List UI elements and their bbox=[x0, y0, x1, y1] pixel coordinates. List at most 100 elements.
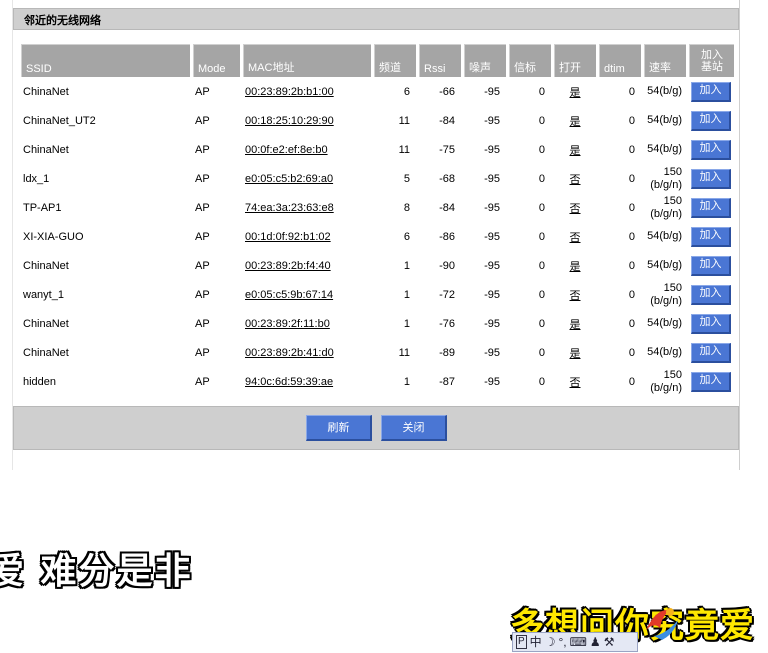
cell-dtim: 0 bbox=[628, 375, 635, 388]
cell-beacon: 0 bbox=[538, 346, 545, 359]
join-button[interactable]: 加入 bbox=[691, 342, 731, 363]
cell-dtim: 0 bbox=[628, 346, 635, 359]
mac-link[interactable]: e0:05:c5:9b:67:14 bbox=[245, 289, 333, 301]
cell-mac: e0:05:c5:9b:67:14 bbox=[243, 280, 371, 309]
table-row: ChinaNet AP 00:23:89:2f:11:b0 1 -76 -95 0 是 0 54(… bbox=[21, 309, 734, 338]
cell-beacon: 0 bbox=[538, 201, 545, 214]
cell-ssid: ChinaNet bbox=[23, 85, 69, 98]
col-mac: MAC地址 bbox=[243, 44, 371, 77]
panel-title: 邻近的无线网络 bbox=[24, 15, 101, 27]
ime-halfwidth-icon[interactable]: ☽ bbox=[545, 634, 556, 650]
join-button[interactable]: 加入 bbox=[691, 371, 731, 392]
table-row: ChinaNet AP 00:23:89:2b:41:d0 11 -89 -95 0 是 0 54… bbox=[21, 338, 734, 367]
mac-link[interactable]: 00:18:25:10:29:90 bbox=[245, 115, 334, 127]
join-button[interactable]: 加入 bbox=[691, 255, 731, 276]
cell-rssi: -72 bbox=[439, 288, 455, 301]
cell-channel: 1 bbox=[403, 288, 410, 301]
cell-mode: AP bbox=[195, 201, 210, 214]
cell-mac: 00:1d:0f:92:b1:02 bbox=[243, 222, 371, 251]
cell-beacon: 0 bbox=[538, 85, 545, 98]
cell-join: 加入 bbox=[689, 135, 734, 164]
mac-link[interactable]: 00:23:89:2b:f4:40 bbox=[245, 260, 331, 272]
join-button[interactable]: 加入 bbox=[691, 110, 731, 131]
cell-rate: 54(b/g) bbox=[647, 317, 682, 329]
join-button[interactable]: 加入 bbox=[691, 168, 731, 189]
join-button[interactable]: 加入 bbox=[691, 139, 731, 160]
cell-ssid: ChinaNet_UT2 bbox=[23, 114, 96, 127]
mac-link[interactable]: e0:05:c5:b2:69:a0 bbox=[245, 173, 333, 185]
ime-mode-icon[interactable]: P bbox=[516, 635, 527, 649]
table-row: XI-XIA-GUO AP 00:1d:0f:92:b1:02 6 -86 -95 0 否 0 5… bbox=[21, 222, 734, 251]
cell-ssid: ldx_1 bbox=[23, 172, 50, 185]
cell-channel: 6 bbox=[403, 230, 410, 243]
open-flag: 是 bbox=[569, 115, 581, 128]
table-row: ChinaNet AP 00:0f:e2:ef:8e:b0 11 -75 -95 0 是 0 54… bbox=[21, 135, 734, 164]
cell-rssi: -68 bbox=[439, 172, 455, 185]
cell-rate: 54(b/g) bbox=[647, 230, 682, 242]
cell-noise: -95 bbox=[484, 172, 500, 185]
mac-link[interactable]: 00:23:89:2f:11:b0 bbox=[245, 318, 330, 330]
cell-rssi: -86 bbox=[439, 230, 455, 243]
ime-toolbar[interactable]: P 中 ☽ °, ⌨ ♟ ⚒ bbox=[512, 632, 638, 652]
cell-mode: AP bbox=[195, 375, 210, 388]
cell-beacon: 0 bbox=[538, 114, 545, 127]
cell-rate: 150 (b/g/n) bbox=[650, 165, 682, 191]
cell-channel: 6 bbox=[403, 85, 410, 98]
cell-join: 加入 bbox=[689, 106, 734, 135]
cell-open: 否 bbox=[554, 193, 596, 222]
open-flag: 是 bbox=[569, 347, 581, 360]
close-button[interactable]: 关闭 bbox=[381, 415, 447, 441]
cell-beacon: 0 bbox=[538, 317, 545, 330]
open-flag: 否 bbox=[569, 376, 581, 389]
table-row: TP-AP1 AP 74:ea:3a:23:63:e8 8 -84 -95 0 否 0 150 (… bbox=[21, 193, 734, 222]
join-button[interactable]: 加入 bbox=[691, 284, 731, 305]
panel-titlebar: 邻近的无线网络 bbox=[13, 8, 739, 30]
cell-dtim: 0 bbox=[628, 143, 635, 156]
join-button[interactable]: 加入 bbox=[691, 313, 731, 334]
cell-channel: 1 bbox=[403, 259, 410, 272]
cell-mac: 00:23:89:2b:f4:40 bbox=[243, 251, 371, 280]
cell-mode: AP bbox=[195, 317, 210, 330]
cell-join: 加入 bbox=[689, 309, 734, 338]
cell-ssid: ChinaNet bbox=[23, 346, 69, 359]
mac-link[interactable]: 94:0c:6d:59:39:ae bbox=[245, 376, 333, 388]
cell-mac: 74:ea:3a:23:63:e8 bbox=[243, 193, 371, 222]
cell-open: 是 bbox=[554, 251, 596, 280]
cell-noise: -95 bbox=[484, 143, 500, 156]
ime-chinese-icon[interactable]: 中 bbox=[530, 634, 542, 650]
ime-tools-icon[interactable]: ⚒ bbox=[604, 634, 615, 650]
join-button[interactable]: 加入 bbox=[691, 81, 731, 102]
ime-punct-icon[interactable]: °, bbox=[558, 634, 566, 650]
mac-link[interactable]: 00:23:89:2b:b1:00 bbox=[245, 86, 334, 98]
col-noise: 噪声 bbox=[464, 44, 506, 77]
join-button[interactable]: 加入 bbox=[691, 197, 731, 218]
cell-rssi: -89 bbox=[439, 346, 455, 359]
cell-open: 否 bbox=[554, 164, 596, 193]
cell-noise: -95 bbox=[484, 85, 500, 98]
cell-mac: e0:05:c5:b2:69:a0 bbox=[243, 164, 371, 193]
mac-link[interactable]: 00:1d:0f:92:b1:02 bbox=[245, 231, 331, 243]
cell-mac: 00:23:89:2b:b1:00 bbox=[243, 77, 371, 106]
cell-beacon: 0 bbox=[538, 172, 545, 185]
open-flag: 是 bbox=[569, 260, 581, 273]
cell-noise: -95 bbox=[484, 230, 500, 243]
mac-link[interactable]: 00:23:89:2b:41:d0 bbox=[245, 347, 334, 359]
table-row: ChinaNet AP 00:23:89:2b:b1:00 6 -66 -95 0 是 0 54(… bbox=[21, 77, 734, 106]
cell-noise: -95 bbox=[484, 114, 500, 127]
ime-keyboard-icon[interactable]: ⌨ bbox=[570, 634, 587, 650]
refresh-button[interactable]: 刷新 bbox=[306, 415, 372, 441]
table-row: ldx_1 AP e0:05:c5:b2:69:a0 5 -68 -95 0 否 0 150 (b… bbox=[21, 164, 734, 193]
cell-open: 否 bbox=[554, 222, 596, 251]
cell-beacon: 0 bbox=[538, 288, 545, 301]
video-caption-left: 爱 难分是非 bbox=[0, 551, 193, 592]
cell-join: 加入 bbox=[689, 77, 734, 106]
mac-link[interactable]: 74:ea:3a:23:63:e8 bbox=[245, 202, 334, 214]
cell-dtim: 0 bbox=[628, 288, 635, 301]
cell-ssid: ChinaNet bbox=[23, 317, 69, 330]
cell-rssi: -66 bbox=[439, 85, 455, 98]
join-button[interactable]: 加入 bbox=[691, 226, 731, 247]
ime-user-icon[interactable]: ♟ bbox=[590, 634, 601, 650]
cell-join: 加入 bbox=[689, 367, 734, 396]
mac-link[interactable]: 00:0f:e2:ef:8e:b0 bbox=[245, 144, 328, 156]
open-flag: 是 bbox=[569, 144, 581, 157]
